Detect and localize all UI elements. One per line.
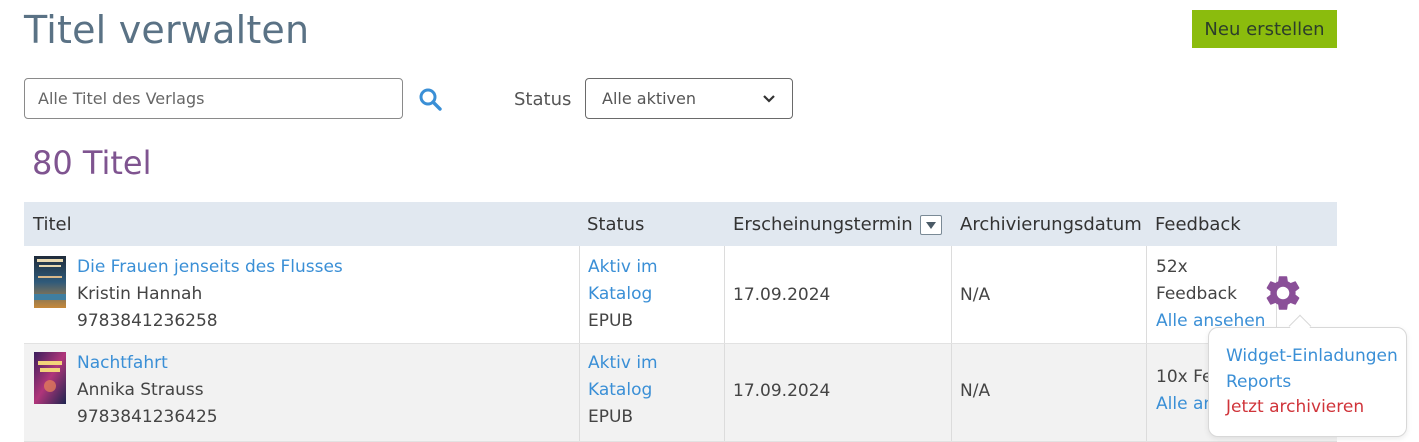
title-format: EPUB (588, 407, 634, 427)
title-author: Annika Strauss (77, 380, 204, 400)
status-link-line1[interactable]: Aktiv im (588, 254, 658, 281)
gear-icon[interactable] (1262, 272, 1304, 314)
sort-desc-icon[interactable] (920, 215, 942, 235)
release-date: 17.09.2024 (733, 381, 831, 401)
menu-item-reports[interactable]: Reports (1226, 372, 1291, 392)
table-row: Die Frauen jenseits des Flusses Kristin … (24, 246, 1337, 344)
archive-date: N/A (960, 381, 991, 401)
titles-table: Titel Status Erscheinungstermin Archivie… (24, 202, 1337, 442)
column-header-title: Titel (33, 214, 72, 235)
actions-dropdown-menu: Widget-Einladungen Reports Jetzt archivi… (1208, 327, 1407, 437)
search-icon[interactable] (418, 87, 442, 111)
search-input[interactable] (24, 78, 403, 119)
title-isbn: 9783841236258 (77, 311, 218, 331)
title-author: Kristin Hannah (77, 284, 203, 304)
status-link-line1[interactable]: Aktiv im (588, 350, 658, 377)
column-header-status: Status (587, 214, 645, 235)
column-header-feedback: Feedback (1155, 214, 1241, 235)
status-select-value: Alle aktiven (602, 89, 697, 108)
menu-item-widget-invitations[interactable]: Widget-Einladungen (1226, 346, 1398, 366)
book-cover-image[interactable] (34, 352, 66, 404)
title-count: 80 Titel (32, 144, 152, 182)
chevron-down-icon (763, 94, 775, 103)
title-link[interactable]: Nachtfahrt (77, 350, 218, 377)
table-header: Titel Status Erscheinungstermin Archivie… (24, 202, 1337, 246)
archive-date: N/A (960, 285, 991, 305)
status-select[interactable]: Alle aktiven (585, 78, 793, 119)
status-link-line2[interactable]: Katalog (588, 377, 658, 404)
title-link[interactable]: Die Frauen jenseits des Flusses (77, 254, 343, 281)
feedback-count: 52x (1156, 257, 1188, 277)
status-link-line2[interactable]: Katalog (588, 281, 658, 308)
feedback-count: 10x Fe (1156, 367, 1213, 387)
book-cover-image[interactable] (34, 256, 66, 308)
table-row: Nachtfahrt Annika Strauss 9783841236425 … (24, 344, 1337, 442)
title-format: EPUB (588, 311, 634, 331)
column-header-release-date[interactable]: Erscheinungstermin (733, 214, 913, 235)
status-filter-label: Status (514, 89, 572, 110)
feedback-view-all-link[interactable]: Alle an (1156, 391, 1214, 418)
page-title: Titel verwalten (24, 8, 310, 52)
new-title-button[interactable]: Neu erstellen (1192, 10, 1337, 48)
title-isbn: 9783841236425 (77, 407, 218, 427)
menu-item-archive-now[interactable]: Jetzt archivieren (1226, 397, 1364, 417)
feedback-label: Feedback (1156, 284, 1237, 304)
column-header-archive-date: Archivierungsdatum (960, 214, 1142, 235)
release-date: 17.09.2024 (733, 285, 831, 305)
